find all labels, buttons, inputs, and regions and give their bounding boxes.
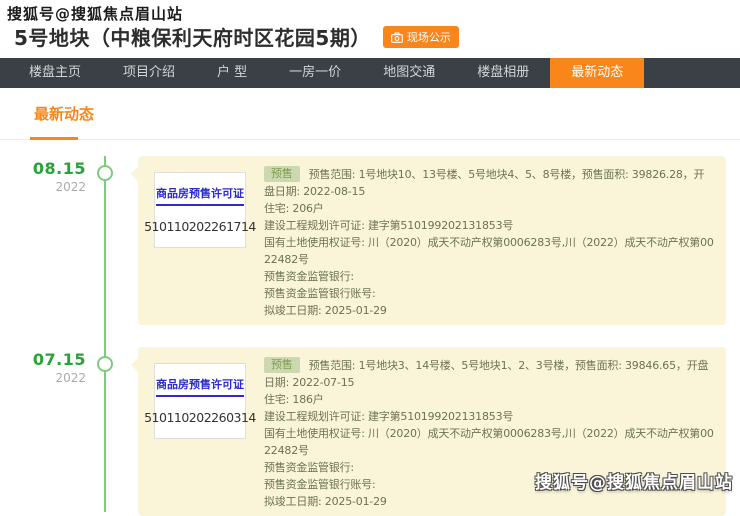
nav-item-intro[interactable]: 项目介绍	[102, 58, 196, 88]
completion-line: 拟竣工日期: 2025-01-29	[264, 493, 714, 510]
main-nav: 楼盘主页 项目介绍 户 型 一房一价 地图交通 楼盘相册 最新动态	[0, 58, 740, 88]
entry-date: 07.15 2022	[0, 350, 86, 385]
bank-account-line: 预售资金监管银行账号:	[264, 285, 714, 302]
completion-line: 拟竣工日期: 2025-01-29	[264, 302, 714, 319]
land-cert-line: 国有土地使用权证号: 川（2020）成天不动产权第0006283号,川（2022…	[264, 234, 714, 268]
certificate-number: 510110202261714	[141, 219, 259, 234]
nav-item-album[interactable]: 楼盘相册	[456, 58, 550, 88]
onsite-publicity-badge[interactable]: 现场公示	[383, 26, 459, 48]
planning-permit-line: 建设工程规划许可证: 建字第510199202131853号	[264, 408, 714, 425]
section-header: 最新动态	[0, 88, 740, 140]
timeline-node-icon	[97, 165, 113, 181]
presale-range-text: 预售范围: 1号地块10、13号楼、5号地块4、5、8号楼，预售面积: 3982…	[264, 168, 704, 198]
presale-certificate: 商品房预售许可证 510110202260314	[154, 363, 246, 439]
presale-details: 预售预售范围: 1号地块10、13号楼、5号地块4、5、8号楼，预售面积: 39…	[264, 166, 714, 319]
page-title: 5号地块（中粮保利天府时区花园5期）	[14, 22, 371, 51]
entry-date: 08.15 2022	[0, 159, 86, 194]
bank-line: 预售资金监管银行:	[264, 268, 714, 285]
card-arrow	[131, 167, 138, 181]
land-cert-line: 国有土地使用权证号: 川（2020）成天不动产权第0006283号,川（2022…	[264, 425, 714, 459]
nav-item-latest-news[interactable]: 最新动态	[550, 58, 644, 88]
nav-item-floorplan[interactable]: 户 型	[196, 58, 268, 88]
entry-date-year: 2022	[0, 180, 86, 194]
entry-date-year: 2022	[0, 371, 86, 385]
certificate-title: 商品房预售许可证	[156, 376, 244, 397]
presale-badge: 预售	[264, 166, 300, 182]
watermark-bottom: 搜狐号@搜狐焦点眉山站	[535, 468, 733, 493]
section-title: 最新动态	[30, 103, 98, 124]
timeline: 08.15 2022 商品房预售许可证 510110202261714 预售预售…	[0, 156, 740, 516]
presale-range-line: 预售预售范围: 1号地块3、14号楼、5号地块1、2、3号楼，预售面积: 398…	[264, 357, 714, 391]
planning-permit-line: 建设工程规划许可证: 建字第510199202131853号	[264, 217, 714, 234]
timeline-entry: 08.15 2022 商品房预售许可证 510110202261714 预售预售…	[0, 156, 740, 325]
section-divider	[0, 139, 740, 140]
camera-icon	[391, 32, 403, 43]
nav-item-price[interactable]: 一房一价	[268, 58, 362, 88]
nav-item-map[interactable]: 地图交通	[362, 58, 456, 88]
entry-date-day: 08.15	[0, 159, 86, 178]
card-arrow	[131, 358, 138, 372]
onsite-publicity-label: 现场公示	[407, 29, 451, 45]
nav-item-home[interactable]: 楼盘主页	[8, 58, 102, 88]
presale-range-line: 预售预售范围: 1号地块10、13号楼、5号地块4、5、8号楼，预售面积: 39…	[264, 166, 714, 200]
presale-range-text: 预售范围: 1号地块3、14号楼、5号地块1、2、3号楼，预售面积: 39846…	[264, 359, 708, 389]
presale-card: 商品房预售许可证 510110202261714 预售预售范围: 1号地块10、…	[138, 156, 726, 325]
certificate-number: 510110202260314	[141, 410, 259, 425]
certificate-title: 商品房预售许可证	[156, 185, 244, 206]
watermark-top: 搜狐号@搜狐焦点眉山站	[7, 3, 183, 24]
presale-badge: 预售	[264, 357, 300, 373]
residence-line: 住宅: 186户	[264, 391, 714, 408]
entry-date-day: 07.15	[0, 350, 86, 369]
presale-certificate: 商品房预售许可证 510110202261714	[154, 172, 246, 248]
section-accent-bar	[30, 137, 78, 140]
residence-line: 住宅: 206户	[264, 200, 714, 217]
timeline-node-icon	[97, 356, 113, 372]
